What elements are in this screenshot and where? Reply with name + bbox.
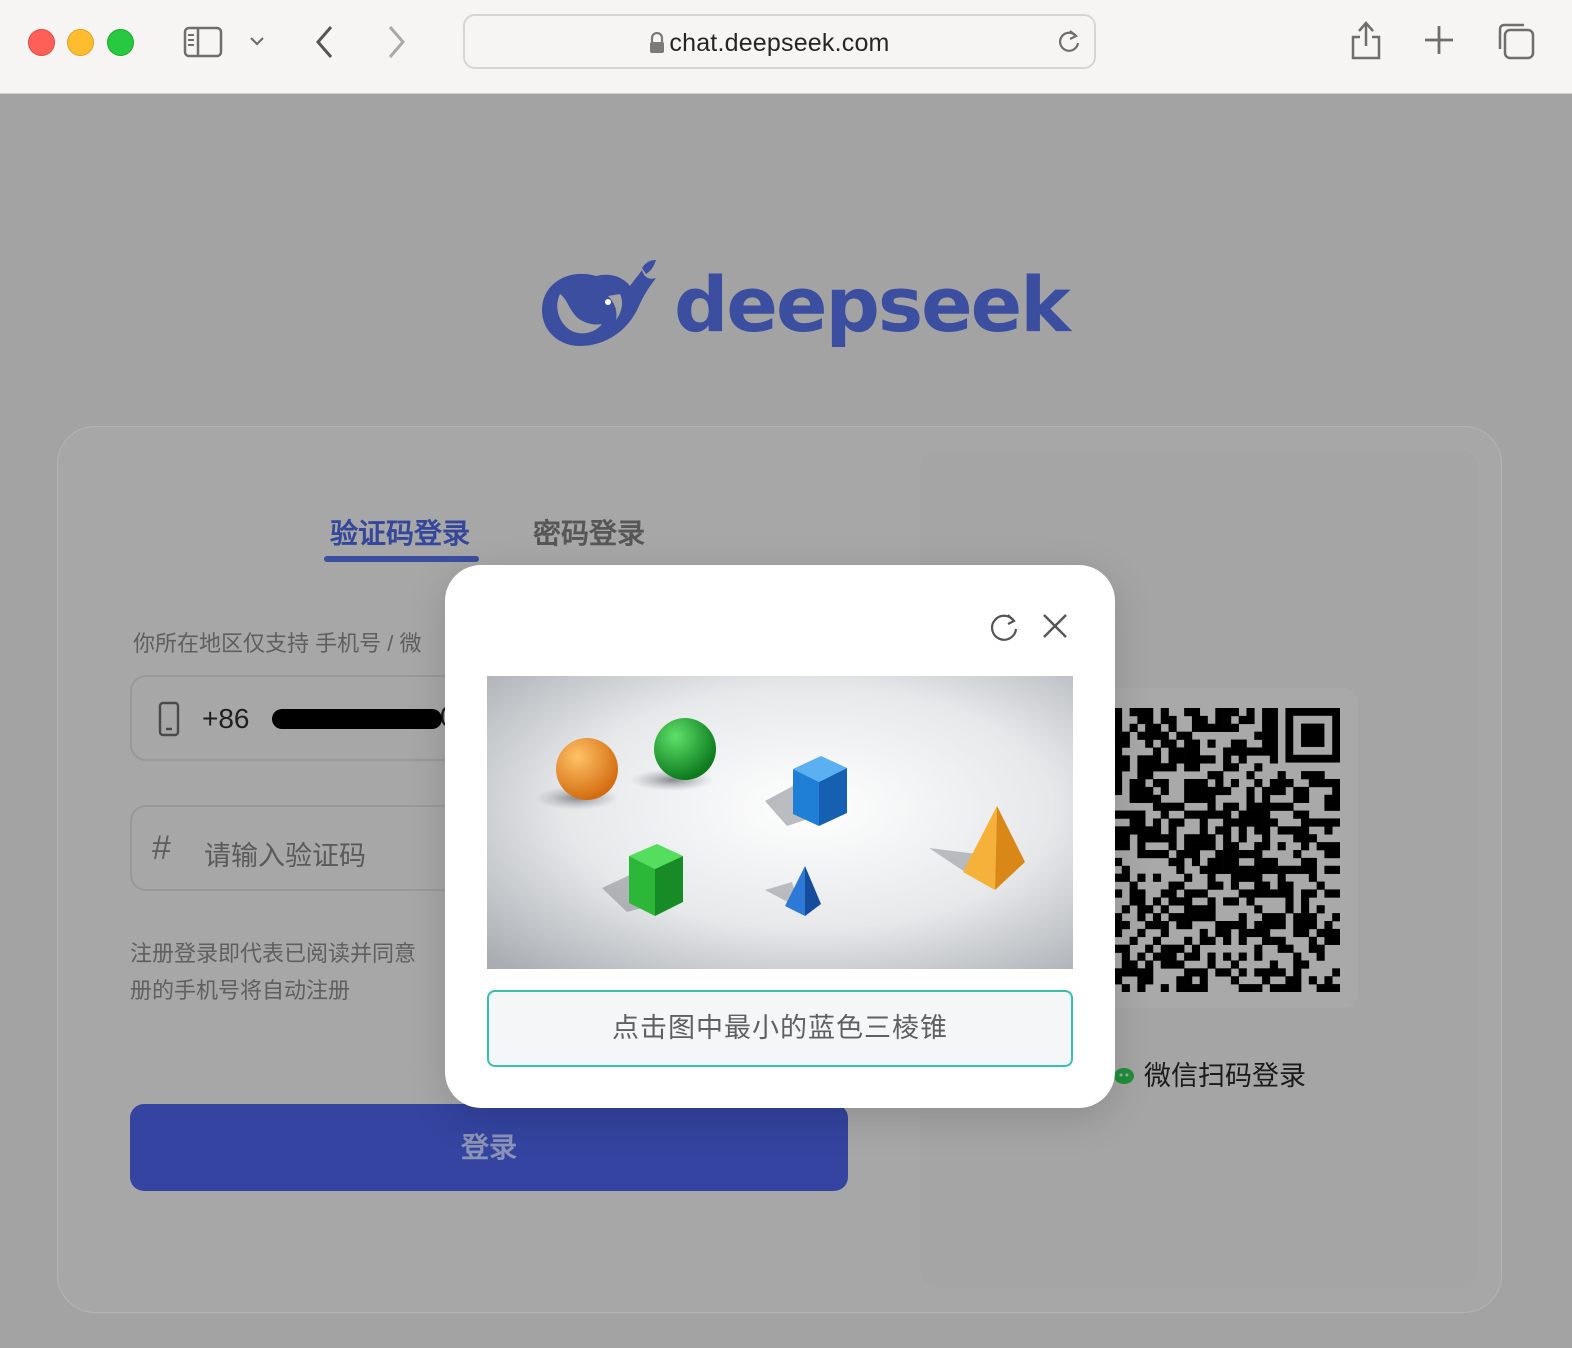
sidebar-toggle-icon[interactable] — [183, 26, 223, 58]
deepseek-logo: deepseek — [538, 258, 1071, 350]
phone-icon — [158, 701, 180, 742]
hash-icon: # — [152, 829, 171, 867]
wechat-login-label: 微信扫码登录 — [1144, 1061, 1306, 1091]
forward-arrow-icon[interactable] — [384, 24, 408, 60]
back-arrow-icon[interactable] — [313, 24, 337, 60]
reload-icon[interactable] — [1056, 28, 1082, 59]
agreement-text: 注册登录即代表已阅读并同意 册的手机号将自动注册 — [130, 935, 460, 1009]
active-tab-indicator — [324, 556, 479, 562]
agreement-line-2: 册的手机号将自动注册 — [130, 978, 351, 1003]
chevron-down-icon[interactable] — [249, 35, 265, 47]
close-window-button[interactable] — [28, 29, 55, 56]
tab-sms-login[interactable]: 验证码登录 — [330, 512, 470, 552]
tab-overview-icon[interactable] — [1496, 21, 1536, 61]
share-icon[interactable] — [1349, 19, 1383, 61]
zoom-window-button[interactable] — [107, 29, 134, 56]
code-input-placeholder: 请输入验证码 — [204, 841, 366, 871]
login-button[interactable]: 登录 — [130, 1104, 848, 1191]
address-bar[interactable]: chat.deepseek.com — [463, 14, 1096, 69]
captcha-modal: 点击图中最小的蓝色三棱锥 — [445, 565, 1115, 1108]
minimize-window-button[interactable] — [67, 29, 94, 56]
phone-field[interactable]: +86 0 — [130, 675, 470, 761]
tab-password-login[interactable]: 密码登录 — [533, 512, 645, 552]
qr-code — [1114, 708, 1340, 992]
whale-logo-icon — [542, 260, 656, 346]
refresh-icon[interactable] — [988, 611, 1020, 648]
country-code[interactable]: +86 — [202, 703, 250, 735]
agreement-line-1: 注册登录即代表已阅读并同意 — [130, 941, 417, 966]
verification-code-field[interactable]: # 请输入验证码 — [130, 805, 470, 891]
new-tab-plus-icon[interactable] — [1423, 24, 1455, 56]
region-note: 你所在地区仅支持 手机号 / 微 — [133, 631, 422, 656]
captcha-image[interactable] — [487, 676, 1073, 969]
address-url: chat.deepseek.com — [669, 29, 890, 57]
brand-wordmark: deepseek — [674, 260, 1071, 349]
captcha-prompt: 点击图中最小的蓝色三棱锥 — [487, 990, 1073, 1067]
close-icon[interactable] — [1041, 612, 1069, 645]
phone-number-redaction — [272, 709, 442, 729]
browser-toolbar: chat.deepseek.com — [0, 0, 1572, 94]
